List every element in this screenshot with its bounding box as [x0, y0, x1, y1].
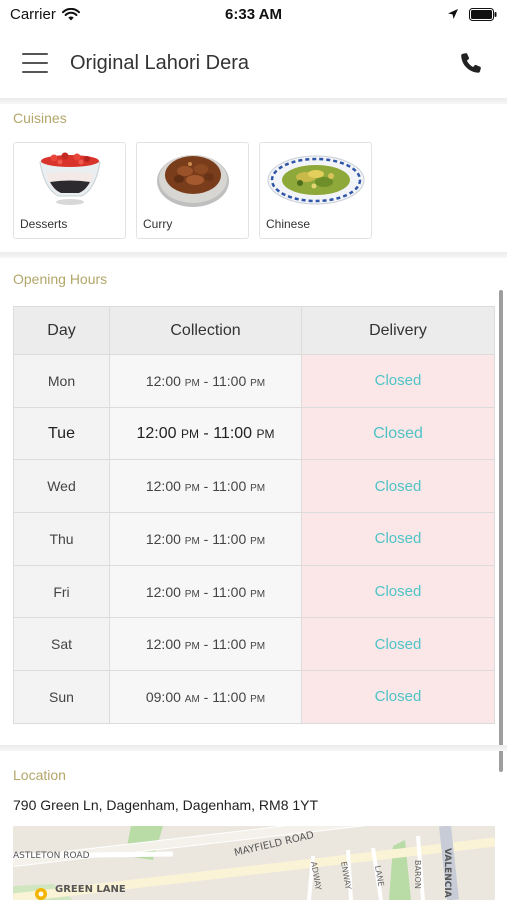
- scrollbar[interactable]: [499, 290, 503, 772]
- map-label: GREEN LANE: [55, 884, 126, 895]
- collection-hours-cell: 12:00 PM - 11:00 PM: [109, 459, 302, 514]
- delivery-status-cell: Closed: [301, 459, 495, 514]
- location-arrow-icon: [448, 9, 458, 19]
- map-label: BARON: [413, 860, 422, 889]
- page-title: Original Lahori Dera: [70, 51, 249, 74]
- table-row: Fri 12:00 PM - 11:00 PM Closed: [13, 564, 495, 619]
- delivery-status-cell: Closed: [301, 406, 495, 461]
- delivery-status-cell: Closed: [301, 670, 495, 724]
- collection-hours-cell: 12:00 PM - 11:00 PM: [109, 512, 302, 566]
- section-divider: [0, 745, 507, 751]
- collection-hours-cell: 12:00 PM - 11:00 PM: [109, 406, 302, 461]
- curry-image: [137, 146, 248, 210]
- table-row: Sun 09:00 AM - 11:00 PM Closed: [13, 670, 495, 724]
- phone-icon[interactable]: [457, 49, 485, 77]
- column-header-delivery: Delivery: [301, 306, 495, 355]
- delivery-status-cell: Closed: [301, 354, 495, 408]
- location-heading: Location: [13, 767, 66, 783]
- collection-hours-cell: 09:00 AM - 11:00 PM: [109, 670, 302, 724]
- cuisine-card-chinese[interactable]: Chinese: [259, 142, 372, 239]
- cuisine-label: Curry: [143, 217, 173, 231]
- section-divider: [0, 252, 507, 258]
- section-divider: [0, 98, 507, 104]
- header: Original Lahori Dera: [0, 28, 507, 98]
- table-row: Mon 12:00 PM - 11:00 PM Closed: [13, 354, 495, 408]
- opening-hours-heading: Opening Hours: [13, 271, 108, 287]
- day-cell: Sun: [13, 670, 110, 724]
- opening-hours-table: Day Collection Delivery Mon 12:00 PM - 1…: [13, 306, 495, 724]
- table-row: Thu 12:00 PM - 11:00 PM Closed: [13, 512, 495, 566]
- battery-icon: [469, 7, 497, 21]
- table-row: Sat 12:00 PM - 11:00 PM Closed: [13, 617, 495, 672]
- carrier-label: Carrier: [10, 5, 56, 23]
- day-cell: Mon: [13, 354, 110, 408]
- menu-icon[interactable]: [22, 53, 48, 73]
- column-header-collection: Collection: [109, 306, 302, 355]
- cuisine-card-curry[interactable]: Curry: [136, 142, 249, 239]
- status-bar: Carrier 6:33 AM: [0, 0, 507, 28]
- location-map[interactable]: MAYFIELD ROAD ASTLETON ROAD GREEN LANE V…: [13, 826, 495, 900]
- day-cell: Sat: [13, 617, 110, 672]
- map-label: VALENCIA: [442, 848, 452, 898]
- cuisine-label: Chinese: [266, 217, 311, 231]
- delivery-status-cell: Closed: [301, 564, 495, 619]
- column-header-day: Day: [13, 306, 110, 355]
- table-row: Wed 12:00 PM - 11:00 PM Closed: [13, 459, 495, 514]
- cuisines-heading: Cuisines: [13, 110, 67, 126]
- address-text: 790 Green Ln, Dagenham, Dagenham, RM8 1Y…: [13, 797, 319, 813]
- table-row-today: Tue 12:00 PM - 11:00 PM Closed: [13, 406, 495, 461]
- dessert-image: [14, 146, 125, 210]
- table-header-row: Day Collection Delivery: [13, 306, 495, 355]
- chinese-dish-image: [260, 146, 371, 210]
- day-cell: Tue: [13, 406, 110, 461]
- cuisine-card-desserts[interactable]: Desserts: [13, 142, 126, 239]
- wifi-icon: [61, 7, 80, 20]
- delivery-status-cell: Closed: [301, 512, 495, 566]
- day-cell: Fri: [13, 564, 110, 619]
- delivery-status-cell: Closed: [301, 617, 495, 672]
- cuisine-label: Desserts: [20, 217, 68, 231]
- map-label: ASTLETON ROAD: [13, 851, 90, 861]
- cuisines-list: Desserts Curry Chinese: [13, 142, 372, 239]
- day-cell: Thu: [13, 512, 110, 566]
- collection-hours-cell: 12:00 PM - 11:00 PM: [109, 617, 302, 672]
- day-cell: Wed: [13, 459, 110, 514]
- collection-hours-cell: 12:00 PM - 11:00 PM: [109, 354, 302, 408]
- collection-hours-cell: 12:00 PM - 11:00 PM: [109, 564, 302, 619]
